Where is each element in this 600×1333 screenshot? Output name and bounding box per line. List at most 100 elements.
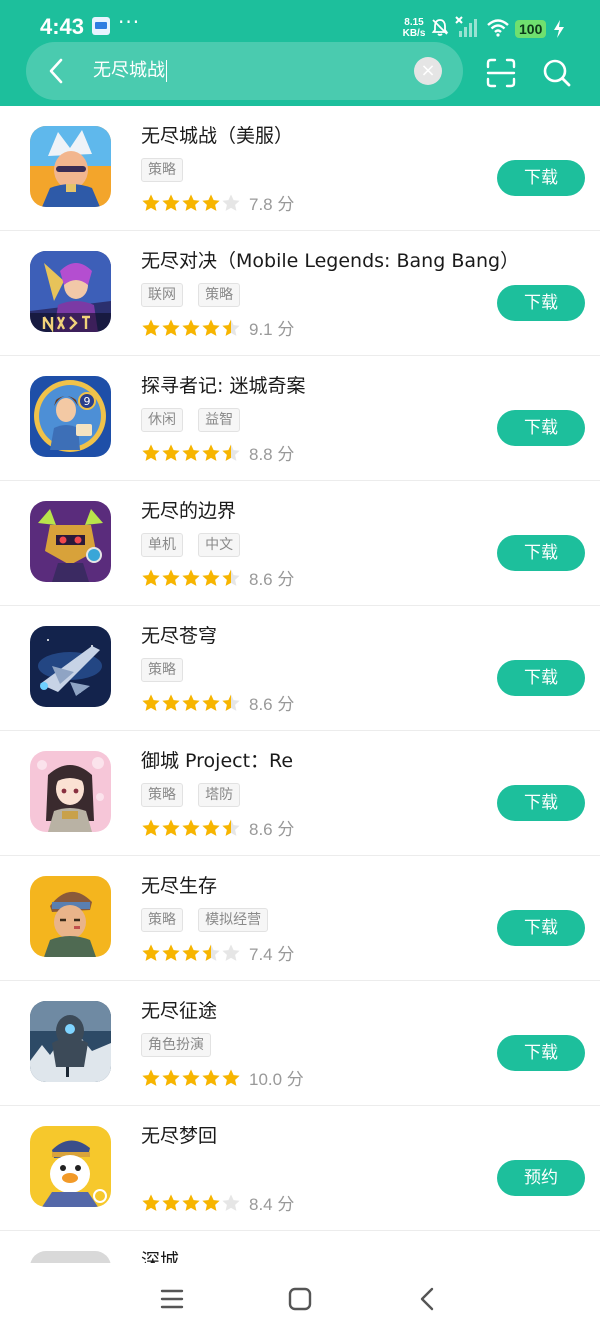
app-name: 无尽苍穹	[141, 625, 218, 647]
app-rating: 8.6 分	[141, 565, 295, 589]
app-tag: 角色扮演	[141, 1033, 211, 1057]
app-tag: 策略	[141, 658, 183, 682]
chevron-left-icon[interactable]	[42, 56, 72, 86]
star-filled-icon	[202, 819, 220, 836]
app-tag: 中文	[198, 533, 241, 557]
search-input[interactable]: 无尽城战	[93, 58, 167, 84]
app-row[interactable]: 无尽梦回 8.4 分 预约	[0, 1106, 600, 1231]
app-row[interactable]: 御城 Project：Re 策略 塔防 8.6 分 下载	[0, 731, 600, 856]
star-filled-icon	[202, 194, 220, 211]
app-tags: 角色扮演	[141, 1033, 221, 1057]
reserve-button[interactable]: 预约	[497, 1160, 585, 1196]
app-icon-detective-lady[interactable]: 9	[30, 376, 111, 457]
star-empty-icon	[222, 1194, 240, 1211]
app-icon-giant-monster[interactable]	[30, 1001, 111, 1082]
app-row[interactable]: 无尽城战（美服） 策略 7.8 分 下载	[0, 106, 600, 231]
app-name: 御城 Project：Re	[141, 750, 294, 772]
app-tag: 塔防	[198, 783, 241, 807]
star-rating	[141, 1192, 241, 1211]
status-time: 4:43	[40, 14, 85, 39]
download-button[interactable]: 下载	[497, 160, 585, 196]
home-icon[interactable]	[286, 1285, 314, 1313]
download-button[interactable]: 下载	[497, 785, 585, 821]
app-name: 无尽梦回	[141, 1125, 218, 1147]
app-tags: 休闲 益智	[141, 408, 250, 432]
app-score: 8.6 分	[249, 695, 295, 714]
app-tags: 策略	[141, 658, 193, 682]
app-row[interactable]: 无尽生存 策略 模拟经营 7.4 分 下载	[0, 856, 600, 981]
download-button[interactable]: 下载	[497, 910, 585, 946]
app-icon-survivor[interactable]	[30, 876, 111, 957]
star-filled-icon	[182, 1194, 200, 1211]
star-filled-icon	[142, 1194, 160, 1211]
app-icon-deep-city[interactable]	[30, 1251, 111, 1263]
svg-text:9: 9	[84, 395, 91, 408]
star-rating	[141, 1067, 241, 1086]
app-icon-spaceship[interactable]	[30, 626, 111, 707]
star-filled-icon	[142, 569, 160, 586]
star-filled-icon	[162, 444, 180, 461]
back-icon[interactable]	[414, 1285, 442, 1313]
app-icon-robot-warrior[interactable]	[30, 501, 111, 582]
star-filled-icon	[162, 1194, 180, 1211]
app-rating: 7.4 分	[141, 940, 295, 964]
star-filled-icon	[182, 694, 200, 711]
charging-icon	[554, 20, 564, 38]
app-score: 7.4 分	[249, 945, 295, 964]
app-row[interactable]: 无尽对决（Mobile Legends: Bang Bang） 联网 策略 9.…	[0, 231, 600, 356]
app-rating: 8.6 分	[141, 690, 295, 714]
app-row[interactable]: 无尽的边界 单机 中文 8.6 分 下载	[0, 481, 600, 606]
app-tag: 策略	[141, 158, 183, 182]
app-name: 探寻者记: 迷城奇案	[141, 375, 306, 397]
app-tags: 联网 策略	[141, 283, 250, 307]
app-row[interactable]: 无尽征途 角色扮演 10.0 分 下载	[0, 981, 600, 1106]
search-results-list[interactable]: 无尽城战（美服） 策略 7.8 分 下载 无尽对决（Mobile Legends…	[0, 106, 600, 1263]
download-button[interactable]: 下载	[497, 285, 585, 321]
search-icon[interactable]	[542, 58, 572, 88]
app-icon-hero-warrior[interactable]	[30, 126, 111, 207]
status-bar: 4:43 ··· 8.15 KB/s 100	[0, 0, 600, 44]
app-name: 无尽城战（美服）	[141, 125, 294, 147]
system-nav-bar	[0, 1263, 600, 1333]
star-filled-icon	[142, 694, 160, 711]
text-caret	[166, 60, 167, 82]
app-name: 无尽对决（Mobile Legends: Bang Bang）	[141, 250, 520, 272]
app-score: 8.6 分	[249, 570, 295, 589]
star-rating	[141, 692, 241, 711]
clear-icon[interactable]: ×	[414, 57, 442, 85]
app-score: 8.6 分	[249, 820, 295, 839]
app-icon-anime-girl[interactable]	[30, 751, 111, 832]
more-notifications-icon: ···	[118, 10, 141, 34]
scan-icon[interactable]	[486, 58, 516, 88]
app-row[interactable]: 无尽苍穹 策略 8.6 分 下载	[0, 606, 600, 731]
menu-icon[interactable]	[158, 1285, 186, 1313]
net-speed-value: 8.15	[404, 17, 424, 28]
star-filled-icon	[182, 444, 200, 461]
app-tag: 休闲	[141, 408, 183, 432]
star-filled-icon	[202, 1194, 220, 1211]
star-filled-icon	[222, 1069, 240, 1086]
top-bar: 4:43 ··· 8.15 KB/s 100 无尽城战 ×	[0, 0, 600, 106]
download-button[interactable]: 下载	[497, 535, 585, 571]
no-sim-signal-icon	[455, 16, 477, 37]
app-score: 8.8 分	[249, 445, 295, 464]
app-score: 9.1 分	[249, 320, 295, 339]
star-rating	[141, 942, 241, 961]
star-half-icon	[202, 944, 220, 961]
app-name: 无尽生存	[141, 875, 218, 897]
download-button[interactable]: 下载	[497, 660, 585, 696]
search-bar[interactable]	[26, 42, 463, 100]
app-tags: 策略	[141, 158, 193, 182]
download-button[interactable]: 下载	[497, 1035, 585, 1071]
app-rating: 8.8 分	[141, 440, 295, 464]
app-icon-mobile-legends[interactable]	[30, 251, 111, 332]
star-half-icon	[222, 694, 240, 711]
star-filled-icon	[182, 1069, 200, 1086]
app-row[interactable]: 9 探寻者记: 迷城奇案 休闲 益智 8.8 分 下载	[0, 356, 600, 481]
download-button[interactable]: 下载	[497, 410, 585, 446]
app-icon-duck-character[interactable]	[30, 1126, 111, 1207]
star-filled-icon	[202, 444, 220, 461]
app-name: 深城	[141, 1250, 180, 1263]
star-filled-icon	[162, 694, 180, 711]
app-row[interactable]: 深城	[0, 1231, 600, 1263]
